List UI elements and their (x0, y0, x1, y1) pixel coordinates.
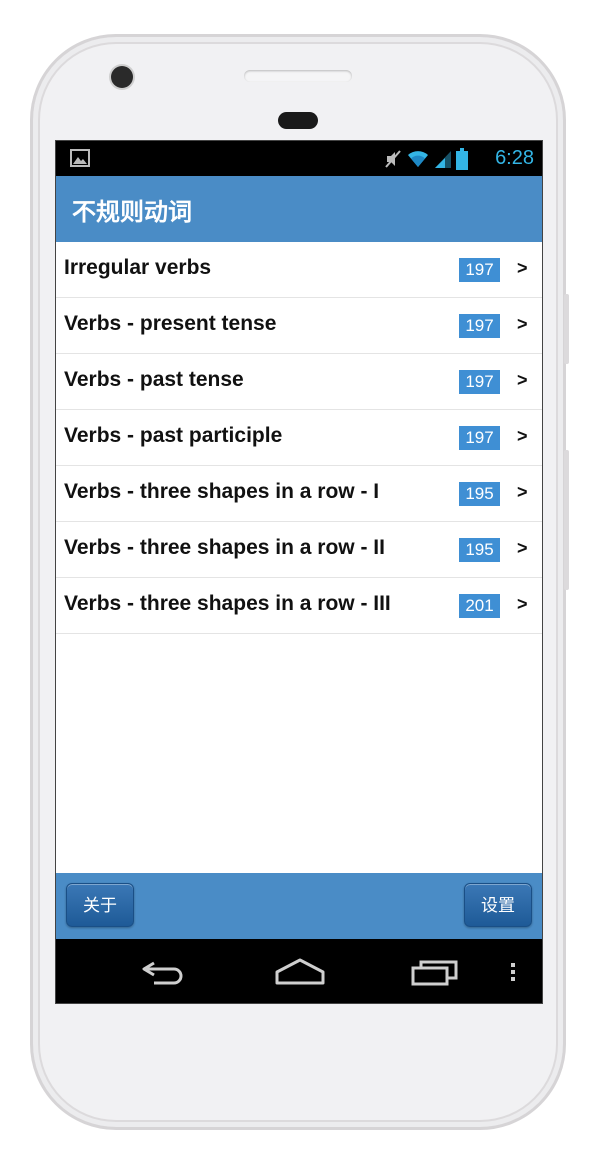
footer-bar: 关于 设置 (56, 873, 542, 939)
app-title: 不规则动词 (72, 198, 192, 226)
list-item[interactable]: Verbs - three shapes in a row - III 201 … (56, 578, 542, 634)
navigation-bar (56, 939, 542, 1003)
front-camera (111, 66, 133, 88)
status-time: 6:28 (495, 147, 534, 169)
list-item-label: Verbs - past participle (64, 424, 283, 447)
list-item[interactable]: Verbs - three shapes in a row - II 195 > (56, 522, 542, 578)
menu-icon[interactable] (508, 957, 518, 987)
count-badge: 195 (459, 482, 500, 506)
proximity-sensor (278, 112, 318, 129)
chevron-right-icon: > (517, 594, 528, 614)
home-icon[interactable] (274, 957, 326, 987)
volume-button (564, 294, 569, 364)
list-item-label: Irregular verbs (64, 256, 212, 279)
list-item[interactable]: Verbs - present tense 197 > (56, 298, 542, 354)
status-bar: 6:28 (56, 141, 542, 176)
list-item[interactable]: Irregular verbs 197 > (56, 242, 542, 298)
count-badge: 197 (459, 258, 500, 282)
settings-button[interactable]: 设置 (464, 883, 532, 927)
battery-icon (456, 148, 468, 170)
verb-list: Irregular verbs 197 > Verbs - present te… (56, 242, 542, 873)
chevron-right-icon: > (517, 314, 528, 334)
power-button (564, 450, 569, 590)
count-badge: 201 (459, 594, 500, 618)
list-item-label: Verbs - three shapes in a row - II (64, 536, 385, 559)
count-badge: 197 (459, 426, 500, 450)
list-item-label: Verbs - past tense (64, 368, 244, 391)
list-item-label: Verbs - present tense (64, 312, 277, 335)
chevron-right-icon: > (517, 258, 528, 278)
about-button[interactable]: 关于 (66, 883, 134, 927)
count-badge: 197 (459, 314, 500, 338)
action-bar: 不规则动词 (56, 176, 542, 242)
back-icon[interactable] (140, 957, 188, 987)
status-icons (384, 148, 468, 170)
chevron-right-icon: > (517, 426, 528, 446)
chevron-right-icon: > (517, 482, 528, 502)
list-item-label: Verbs - three shapes in a row - I (64, 480, 380, 503)
list-item-label: Verbs - three shapes in a row - III (64, 592, 391, 615)
count-badge: 195 (459, 538, 500, 562)
chevron-right-icon: > (517, 538, 528, 558)
earpiece-speaker (244, 70, 352, 82)
screen: 6:28 不规则动词 Irregular verbs 197 > Verbs -… (55, 140, 543, 1004)
list-item[interactable]: Verbs - past tense 197 > (56, 354, 542, 410)
gallery-notification-icon (70, 149, 90, 167)
recent-apps-icon[interactable] (410, 957, 460, 987)
chevron-right-icon: > (517, 370, 528, 390)
count-badge: 197 (459, 370, 500, 394)
list-item[interactable]: Verbs - three shapes in a row - I 195 > (56, 466, 542, 522)
wifi-icon (408, 151, 428, 167)
mute-icon (385, 150, 401, 168)
list-item[interactable]: Verbs - past participle 197 > (56, 410, 542, 466)
signal-icon (435, 151, 451, 168)
